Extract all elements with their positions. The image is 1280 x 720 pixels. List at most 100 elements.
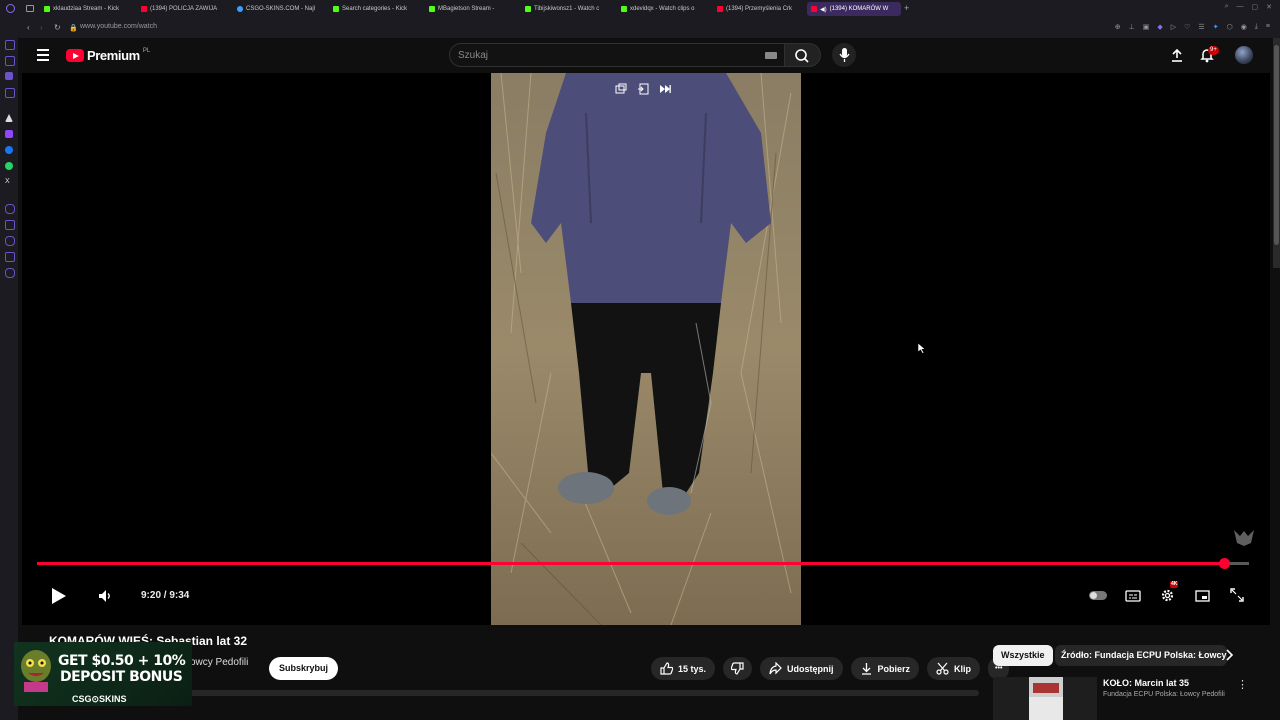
back-icon[interactable]: ‹ <box>27 23 30 32</box>
sidebar-app-icon[interactable] <box>5 56 15 66</box>
search-input[interactable] <box>450 44 748 66</box>
csgo-skins-icon <box>237 6 243 12</box>
like-count: 15 tys. <box>678 663 707 674</box>
scrollbar-thumb[interactable] <box>1274 45 1279 245</box>
restore-icon[interactable]: ▢ <box>1252 3 1259 11</box>
tabs-overview-icon[interactable] <box>26 5 34 12</box>
chip-all[interactable]: Wszystkie <box>993 645 1053 666</box>
volume-button[interactable] <box>98 589 112 608</box>
subtitles-button[interactable] <box>1125 589 1141 607</box>
recommended-title[interactable]: KOŁO: Marcin lat 35 <box>1103 678 1189 688</box>
fullscreen-button[interactable] <box>1230 588 1244 607</box>
zoom-icon[interactable]: ⊕ <box>1115 23 1121 31</box>
captions-icon <box>1125 590 1141 602</box>
search-button[interactable] <box>785 43 821 67</box>
sidebar-arc-icon[interactable] <box>5 114 13 122</box>
close-icon[interactable]: ✕ <box>1266 3 1272 11</box>
miniplayer-button[interactable] <box>1195 589 1210 607</box>
recommended-thumbnail[interactable] <box>993 677 1097 720</box>
keyboard-icon[interactable] <box>765 52 777 59</box>
download-icon[interactable]: ⤓ <box>1255 23 1258 31</box>
extension-icon[interactable]: ✦ <box>1213 23 1219 31</box>
video-frame[interactable] <box>491 73 801 625</box>
video-actions: 15 tys. Udostępnij Pobierz Klip ••• <box>651 657 1010 680</box>
download-button[interactable]: Pobierz <box>850 657 920 680</box>
tab-label: (1394) POLICJA ZAWIJA <box>150 6 218 12</box>
kick-icon <box>525 6 531 12</box>
x-icon[interactable]: X <box>5 178 13 186</box>
sidebar-app-icon[interactable] <box>5 204 15 214</box>
screenshot-icon[interactable]: ▣ <box>1143 23 1150 31</box>
player-icon[interactable]: ▷ <box>1171 23 1176 31</box>
play-button[interactable] <box>51 587 67 610</box>
subscribe-button[interactable]: Subskrybuj <box>269 657 339 680</box>
pin-icon[interactable]: ⊥ <box>1129 23 1135 31</box>
new-tab-button[interactable]: + <box>904 3 909 13</box>
browser-tab[interactable]: xdevidqx - Watch clips o <box>621 2 705 16</box>
browser-logo-icon[interactable] <box>6 4 15 13</box>
browser-tab[interactable]: Search categories - Kick <box>333 2 417 16</box>
youtube-logo[interactable]: Premium PL <box>66 48 150 63</box>
notification-badge: 9+ <box>1208 46 1219 55</box>
url-field[interactable]: www.youtube.com/watch <box>80 23 157 30</box>
messenger-icon[interactable] <box>5 146 13 154</box>
browser-menu-icon[interactable]: ≡ <box>1266 23 1270 31</box>
settings-icon[interactable] <box>5 268 15 278</box>
forward-icon[interactable]: › <box>40 23 43 32</box>
menu-icon[interactable]: ☰ <box>1198 23 1204 31</box>
browser-tab[interactable]: MBagietson Stream - <box>429 2 513 16</box>
twitch-icon[interactable] <box>5 130 13 138</box>
browser-tab[interactable]: Tibijskiwonsz1 - Watch c <box>525 2 609 16</box>
like-button[interactable]: 15 tys. <box>651 657 716 680</box>
dislike-button[interactable] <box>723 657 753 680</box>
tab-label: xdevidqx - Watch clips o <box>630 6 695 12</box>
autoplay-toggle[interactable] <box>1089 591 1107 600</box>
chevron-right-icon[interactable] <box>1222 648 1236 667</box>
speaker-icon: ◀) <box>820 6 827 13</box>
share-button[interactable]: Udostępnij <box>760 657 843 680</box>
sidebar-app-icon[interactable] <box>5 40 15 50</box>
youtube-icon <box>811 6 817 12</box>
hamburger-menu-icon[interactable] <box>37 49 49 64</box>
search-tabs-icon[interactable]: ⌕ <box>1225 3 1229 11</box>
browser-tab[interactable]: xklaudziaa Stream - Kick <box>44 2 128 16</box>
thumbs-up-icon <box>660 662 673 675</box>
miniplayer-icon[interactable] <box>613 81 629 97</box>
more-vertical-icon[interactable]: ⋮ <box>1237 678 1248 691</box>
player-top-controls <box>613 81 673 97</box>
exit-icon[interactable] <box>635 81 651 97</box>
skip-next-icon[interactable] <box>657 81 673 97</box>
avatar[interactable] <box>1235 46 1253 64</box>
browser-tab-strip: xklaudziaa Stream - Kick (1394) POLICJA … <box>0 0 1280 18</box>
volume-icon <box>99 590 110 602</box>
chip-source[interactable]: Źródło: Fundacja ECPU Polska: Łowcy <box>1055 645 1227 666</box>
sidebar-app-icon[interactable] <box>5 220 15 230</box>
shield-icon[interactable]: ◆ <box>1157 23 1162 31</box>
progress-scrubber[interactable] <box>1219 558 1230 569</box>
reload-icon[interactable]: ↻ <box>54 23 61 32</box>
clip-button[interactable]: Klip <box>927 657 981 680</box>
browser-tab[interactable]: (1394) POLICJA ZAWIJA <box>141 2 225 16</box>
profile-icon[interactable]: ◉ <box>1241 23 1247 31</box>
minimize-icon[interactable]: — <box>1237 3 1244 11</box>
kick-icon <box>44 6 50 12</box>
heart-icon[interactable]: ♡ <box>1184 23 1190 31</box>
channel-name[interactable]: owcy Pedofili <box>190 657 248 668</box>
search-box <box>449 43 785 67</box>
settings-button[interactable] <box>1160 588 1175 608</box>
history-icon[interactable] <box>5 236 15 246</box>
ad-headline: GET $0.50 + 10% <box>58 653 186 669</box>
sidebar-app-icon[interactable] <box>5 72 13 80</box>
browser-tab-active[interactable]: ◀) (1394) KOMARÓW W <box>807 2 901 16</box>
sidebar-app-icon[interactable] <box>5 252 15 262</box>
logo-text: Premium <box>87 48 140 63</box>
browser-tab[interactable]: CSGO-SKINS.COM - Najl <box>237 2 321 16</box>
puzzle-icon[interactable]: ⬡ <box>1227 23 1233 31</box>
upload-button[interactable] <box>1169 47 1185 68</box>
whatsapp-icon[interactable] <box>5 162 13 170</box>
sidebar-app-icon[interactable] <box>5 88 15 98</box>
browser-tab[interactable]: (1394) Przemyślenia Crk <box>717 2 801 16</box>
scissors-icon <box>936 662 949 675</box>
channel-watermark-icon[interactable] <box>1232 527 1256 547</box>
voice-search-button[interactable] <box>832 43 856 67</box>
